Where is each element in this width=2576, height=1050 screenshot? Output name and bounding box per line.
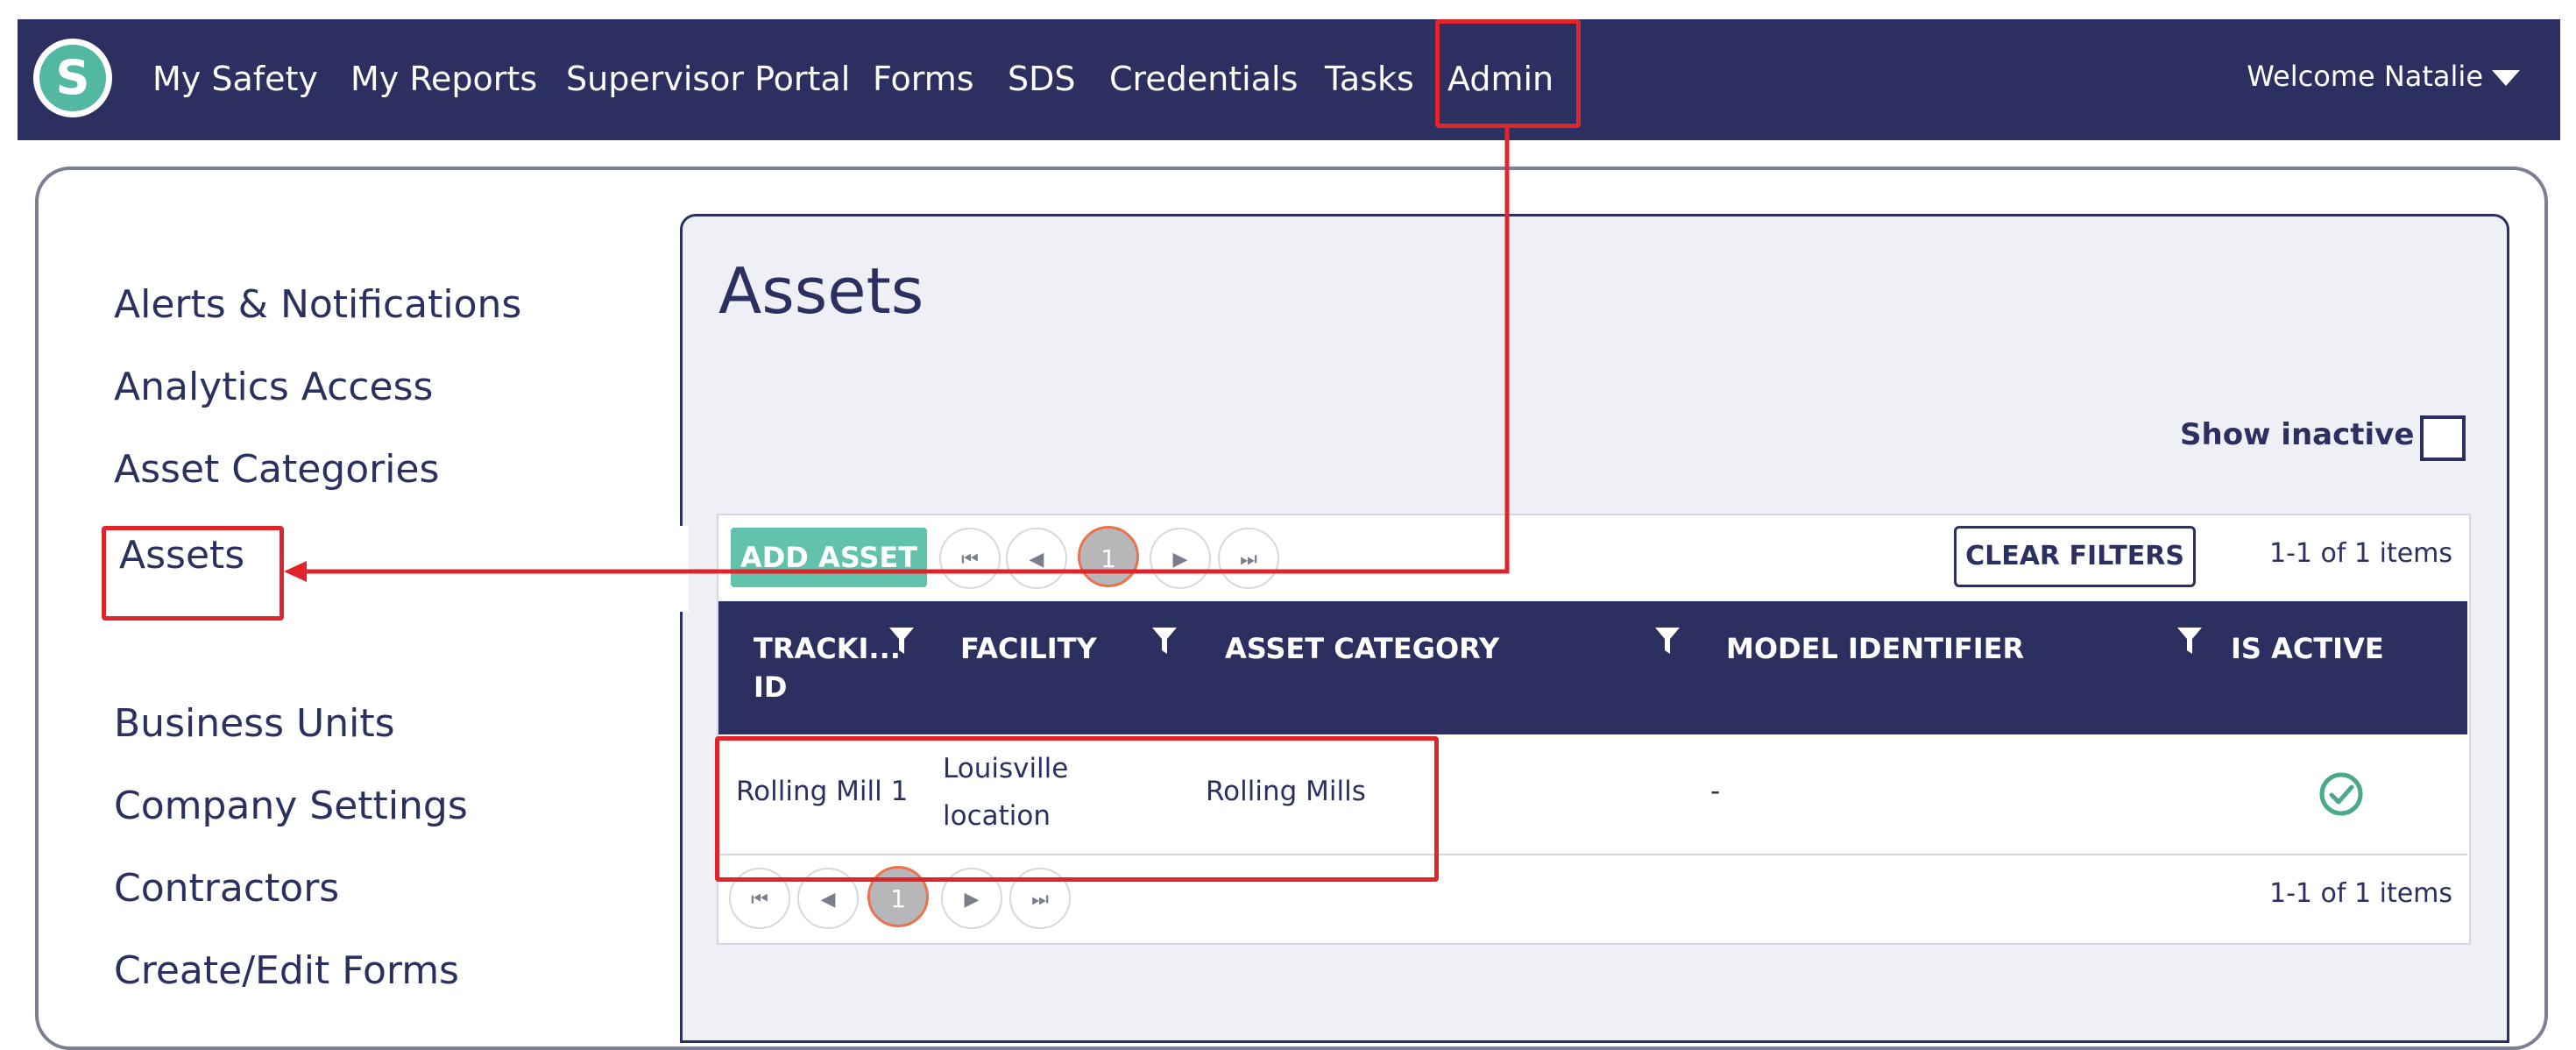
last-page-button[interactable]: ⏭	[1218, 528, 1279, 589]
nav-forms[interactable]: Forms	[873, 51, 974, 107]
nav-sds[interactable]: SDS	[1008, 51, 1076, 107]
user-menu[interactable]: Welcome Natalie	[2247, 60, 2520, 93]
top-navigation-bar: S My Safety My Reports Supervisor Portal…	[18, 19, 2560, 140]
column-header-is-active[interactable]: IS ACTIVE	[2231, 629, 2384, 668]
clear-filters-button[interactable]: CLEAR FILTERS	[1954, 526, 2196, 587]
filter-icon[interactable]	[888, 626, 915, 656]
show-inactive-checkbox[interactable]	[2420, 415, 2466, 461]
column-header-asset-category[interactable]: ASSET CATEGORY	[1225, 629, 1499, 668]
show-inactive-label: Show inactive	[2180, 417, 2415, 452]
next-page-button[interactable]: ▶	[941, 868, 1002, 929]
prev-page-button[interactable]: ◀	[1006, 528, 1067, 589]
column-header-facility[interactable]: FACILITY	[960, 629, 1097, 668]
app-logo[interactable]: S	[33, 39, 112, 117]
page-title: Assets	[718, 254, 924, 328]
active-tab-connector	[675, 526, 689, 612]
nav-tasks[interactable]: Tasks	[1325, 51, 1414, 107]
chevron-down-icon	[2492, 70, 2520, 86]
cell-facility-line1: Louisville	[943, 753, 1069, 784]
add-asset-button[interactable]: ADD ASSET	[731, 528, 927, 587]
next-page-button[interactable]: ▶	[1150, 528, 1211, 589]
nav-supervisor-portal[interactable]: Supervisor Portal	[566, 51, 850, 107]
prev-page-button[interactable]: ◀	[797, 868, 859, 929]
items-count-top: 1-1 of 1 items	[2269, 538, 2453, 569]
cell-model-identifier: -	[1710, 776, 1721, 807]
sidebar-item-business-units[interactable]: Business Units	[114, 701, 395, 746]
nav-credentials[interactable]: Credentials	[1109, 51, 1298, 107]
current-page-button[interactable]: 1	[1078, 526, 1139, 587]
nav-my-safety[interactable]: My Safety	[152, 51, 318, 107]
column-header-model-identifier[interactable]: MODEL IDENTIFIER	[1726, 629, 2024, 668]
first-page-button[interactable]: ⏮	[729, 868, 790, 929]
active-check-icon	[2319, 772, 2363, 816]
welcome-text: Welcome Natalie	[2247, 60, 2483, 93]
cell-facility-line2: location	[943, 800, 1051, 832]
row-divider	[718, 854, 2467, 855]
first-page-button[interactable]: ⏮	[939, 528, 1001, 589]
sidebar-item-analytics-access[interactable]: Analytics Access	[114, 365, 433, 409]
current-page-button[interactable]: 1	[867, 866, 929, 927]
nav-admin[interactable]: Admin	[1447, 51, 1553, 107]
nav-my-reports[interactable]: My Reports	[350, 51, 537, 107]
filter-icon[interactable]	[1654, 626, 1681, 656]
cell-tracking-id: Rolling Mill 1	[736, 776, 909, 807]
sidebar-item-create-edit-forms[interactable]: Create/Edit Forms	[114, 948, 459, 993]
sidebar-item-alerts-notifications[interactable]: Alerts & Notifications	[114, 282, 521, 327]
sidebar-item-contractors[interactable]: Contractors	[114, 866, 339, 911]
logo-letter: S	[39, 45, 106, 111]
items-count-bottom: 1-1 of 1 items	[2269, 878, 2453, 909]
sidebar-item-asset-categories[interactable]: Asset Categories	[114, 447, 439, 492]
sidebar-item-company-settings[interactable]: Company Settings	[114, 784, 468, 828]
filter-icon[interactable]	[2176, 626, 2203, 656]
grid-header-row	[718, 601, 2467, 734]
filter-icon[interactable]	[1151, 626, 1178, 656]
cell-asset-category: Rolling Mills	[1206, 776, 1366, 807]
sidebar-item-assets[interactable]: Assets	[119, 533, 244, 578]
last-page-button[interactable]: ⏭	[1009, 868, 1071, 929]
